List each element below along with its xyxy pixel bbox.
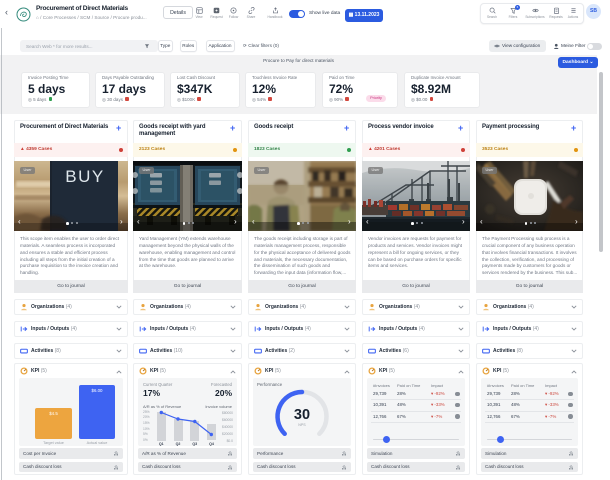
svg-text:BUY: BUY [65, 167, 104, 186]
